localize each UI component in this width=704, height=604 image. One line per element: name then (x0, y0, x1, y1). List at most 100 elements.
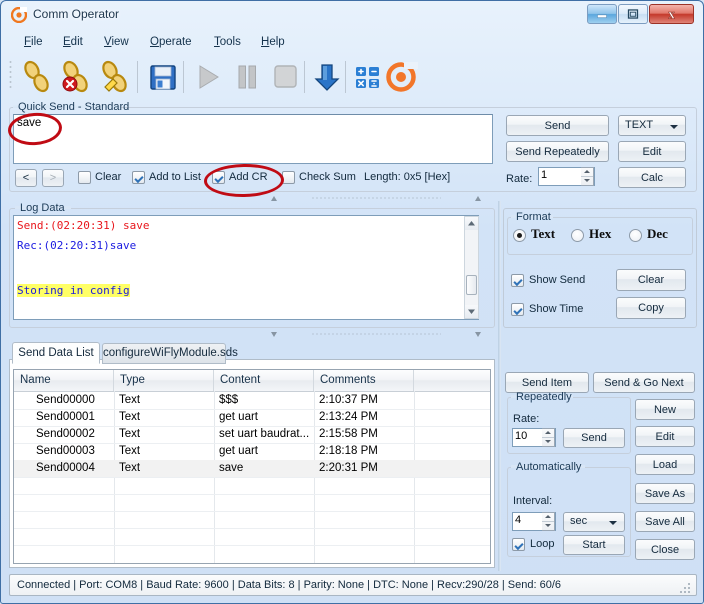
next-item-button[interactable]: > (42, 169, 64, 187)
format-radio-hex[interactable] (571, 229, 584, 242)
cell-content: $$$ (219, 394, 239, 406)
play-icon[interactable] (187, 57, 227, 97)
download-arrow-icon[interactable] (307, 57, 347, 97)
repeat-rate-spinner[interactable] (542, 428, 555, 447)
format-radio-text[interactable] (513, 229, 526, 242)
save-icon[interactable] (143, 57, 183, 97)
menu-item-edit[interactable]: Edit (56, 34, 90, 51)
cell-type: Text (119, 411, 141, 423)
svg-text:x: x (668, 7, 675, 22)
toolbar-grip[interactable] (9, 59, 13, 95)
cell-name: Send00000 (36, 394, 95, 406)
stop-icon[interactable] (265, 57, 305, 97)
save-all-button[interactable]: Save All (635, 511, 695, 532)
resize-grip-icon[interactable] (680, 581, 692, 593)
interval-label: Interval: (513, 495, 553, 507)
status-bar-text: Connected | Port: COM8 | Baud Rate: 9600… (17, 579, 562, 591)
add-to-list-checkbox[interactable] (132, 171, 145, 184)
edit-button[interactable]: Edit (635, 426, 695, 447)
cell-content: save (219, 462, 244, 474)
interval-spinner[interactable] (542, 512, 555, 531)
grid-header-blank[interactable] (414, 370, 490, 391)
edit-connection-icon[interactable] (95, 57, 135, 97)
log-data-output[interactable]: Send:(02:20:31) save Rec:(02:20:31)save … (13, 215, 479, 320)
clear-log-button[interactable]: Clear (616, 269, 686, 291)
show-time-checkbox[interactable] (511, 303, 524, 316)
cell-name: Send00004 (36, 462, 95, 474)
copy-log-button[interactable]: Copy (616, 297, 686, 319)
scrollbar-thumb[interactable] (466, 275, 477, 295)
new-button[interactable]: New (635, 399, 695, 420)
menu-item-operate[interactable]: Operate (143, 34, 199, 51)
grid-header-type[interactable]: Type (114, 370, 214, 391)
scroll-down-icon[interactable] (465, 305, 478, 318)
log-line-send: Send:(02:20:31) save (17, 219, 150, 232)
comm-operator-logo-icon[interactable] (381, 57, 421, 97)
rate-label: Rate: (506, 173, 533, 185)
table-row[interactable]: Send00000 Text $$$ 2:10:37 PM (14, 392, 490, 409)
send-repeatedly-button[interactable]: Send Repeatedly (506, 141, 609, 162)
send-button[interactable]: Send (506, 115, 609, 136)
comm-operator-logo-icon (10, 6, 28, 24)
add-cr-checkbox[interactable] (212, 171, 225, 184)
table-row[interactable]: Send00004 Text save 2:20:31 PM (14, 460, 490, 477)
show-send-checkbox[interactable] (511, 274, 524, 287)
toolbar-separator (183, 61, 184, 93)
edit-quick-send-button[interactable]: Edit (618, 141, 686, 162)
menu-item-view[interactable]: View (97, 34, 136, 51)
check-sum-checkbox-label: Check Sum (299, 171, 356, 183)
cell-comments: 2:20:31 PM (319, 462, 378, 474)
cell-content: get uart (219, 411, 258, 423)
cell-name: Send00001 (36, 411, 95, 423)
interval-unit-combo[interactable]: sec (563, 512, 625, 532)
cell-content: get uart (219, 445, 258, 457)
table-row[interactable]: Send00001 Text get uart 2:13:24 PM (14, 409, 490, 426)
grid-header-content[interactable]: Content (214, 370, 314, 391)
connect-icon[interactable] (17, 57, 57, 97)
tab-send-data-list[interactable]: Send Data List (12, 342, 100, 364)
cell-name: Send00002 (36, 428, 95, 440)
chevron-down-icon (670, 125, 678, 129)
send-data-grid[interactable]: Name Type Content Comments Send00000 Tex… (13, 369, 491, 564)
format-radio-dec[interactable] (629, 229, 642, 242)
cell-type: Text (119, 394, 141, 406)
log-line-storing: Storing in config (17, 284, 130, 297)
menu-item-file[interactable]: File (17, 34, 50, 51)
clear-checkbox-label: Clear (95, 171, 122, 183)
prev-item-button[interactable]: < (15, 169, 37, 187)
start-button[interactable]: Start (563, 535, 625, 555)
maximize-icon[interactable] (618, 4, 648, 24)
loop-checkbox[interactable] (512, 538, 525, 551)
check-sum-checkbox[interactable] (282, 171, 295, 184)
calc-button[interactable]: Calc (618, 167, 686, 188)
quick-send-group-label: Quick Send - Standard (18, 101, 130, 113)
close-button[interactable]: Close (635, 539, 695, 560)
send-and-go-next-button[interactable]: Send & Go Next (593, 372, 695, 393)
disconnect-icon[interactable] (56, 57, 96, 97)
minimize-icon[interactable] (587, 4, 617, 24)
format-combo[interactable]: TEXT (618, 115, 686, 136)
rate-spinner[interactable] (581, 167, 594, 186)
grid-header-name[interactable]: Name (14, 370, 114, 391)
close-icon[interactable]: x (649, 4, 694, 24)
clear-checkbox[interactable] (78, 171, 91, 184)
splitter-log-list[interactable] (271, 331, 481, 338)
scroll-up-icon[interactable] (465, 217, 478, 230)
quick-send-input[interactable]: save (13, 114, 493, 164)
tab-configure-wifly-module[interactable]: configureWiFlyModule.sds (102, 343, 238, 364)
length-label: Length: 0x5 [Hex] (364, 171, 451, 183)
send-item-button[interactable]: Send Item (505, 372, 589, 393)
table-row[interactable]: Send00003 Text get uart 2:18:18 PM (14, 443, 490, 460)
table-row[interactable]: Send00002 Text set uart baudrat... 2:15:… (14, 426, 490, 443)
menu-item-help[interactable]: Help (254, 34, 292, 51)
log-scrollbar[interactable] (464, 216, 479, 319)
loop-checkbox-label: Loop (530, 538, 555, 550)
splitter-quicksend-log[interactable] (271, 195, 481, 202)
save-as-button[interactable]: Save As (635, 483, 695, 504)
pause-icon[interactable] (227, 57, 267, 97)
menu-item-tools[interactable]: Tools (207, 34, 248, 51)
load-button[interactable]: Load (635, 454, 695, 475)
cell-content: set uart baudrat... (219, 428, 310, 440)
grid-header-comments[interactable]: Comments (314, 370, 414, 391)
repeat-send-button[interactable]: Send (563, 428, 625, 448)
